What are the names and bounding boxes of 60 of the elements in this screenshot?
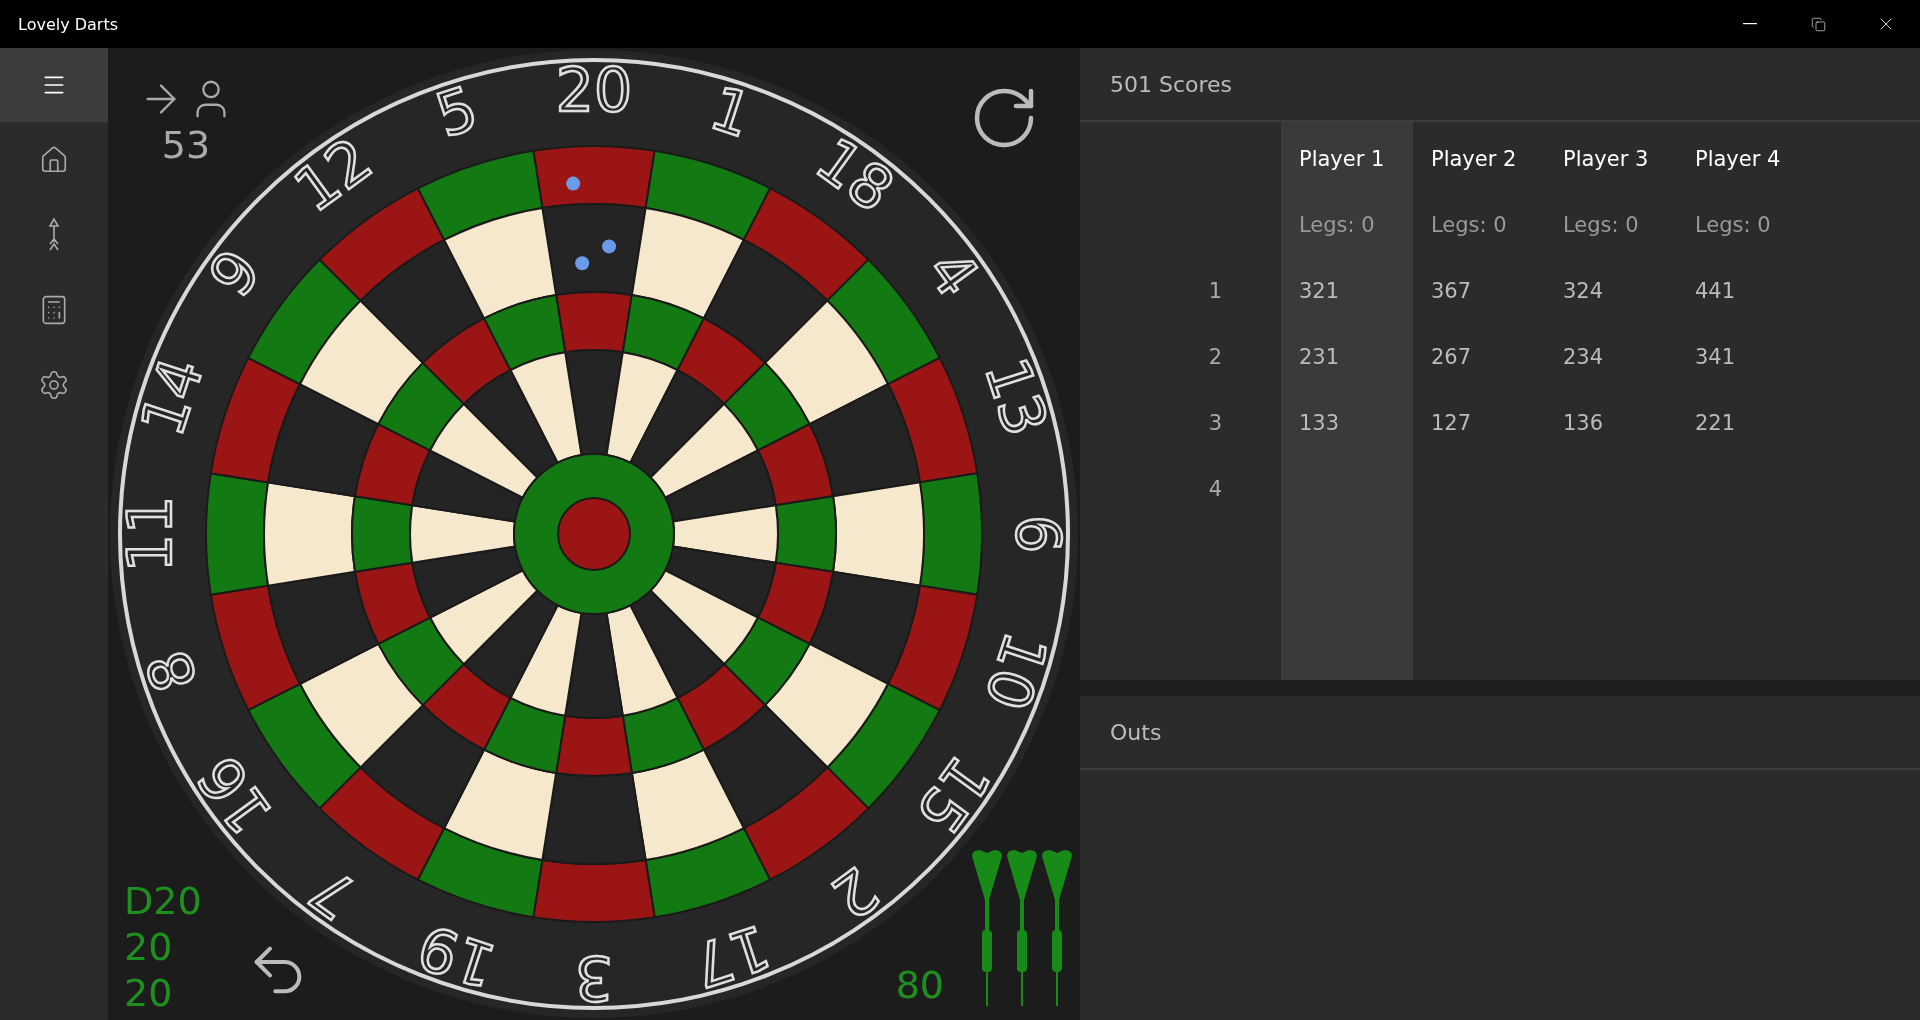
segment-number: 4 bbox=[913, 237, 993, 310]
hit-marker bbox=[602, 239, 617, 254]
throw-score: D20 bbox=[124, 878, 202, 924]
score-cell-text: 341 bbox=[1694, 344, 1737, 371]
hit-marker bbox=[575, 256, 590, 271]
segment-number: 5 bbox=[427, 72, 486, 151]
minimize-icon bbox=[1743, 23, 1757, 25]
segment-number: 16 bbox=[184, 743, 286, 847]
window-title: Lovely Darts bbox=[18, 14, 120, 34]
segment-number: 17 bbox=[684, 911, 779, 1002]
turn-total: 80 bbox=[895, 962, 944, 1008]
segment-number: 20 bbox=[555, 55, 633, 125]
segment-number: 2 bbox=[818, 853, 891, 933]
segment-number: 9 bbox=[195, 237, 275, 310]
throw-score: 20 bbox=[124, 970, 173, 1016]
legs-count: Legs: 0 bbox=[1562, 212, 1640, 239]
legs-count: Legs: 0 bbox=[1298, 212, 1376, 239]
segment-number: 18 bbox=[803, 124, 907, 226]
player-name[interactable]: Player 4 bbox=[1677, 126, 1809, 192]
round-number: 2 bbox=[1207, 344, 1224, 371]
segment-number: 10 bbox=[971, 624, 1062, 719]
remaining-score: 53 bbox=[161, 122, 211, 168]
player-name[interactable]: Player 3 bbox=[1545, 126, 1677, 192]
score-cell-text: 321 bbox=[1298, 278, 1341, 305]
segment-number: 19 bbox=[409, 911, 504, 1002]
home-icon bbox=[39, 144, 69, 175]
throw-score: 20 bbox=[124, 924, 173, 970]
scores-title: 501 Scores bbox=[1110, 71, 1233, 97]
segment-number: 1 bbox=[702, 72, 761, 151]
round-number: 1 bbox=[1207, 278, 1224, 305]
legs-count: Legs: 0 bbox=[1694, 212, 1772, 239]
segment-number: 14 bbox=[126, 349, 217, 444]
segment-number: 7 bbox=[297, 853, 370, 933]
score-cell-text: 267 bbox=[1430, 344, 1473, 371]
segment-number: 13 bbox=[971, 349, 1062, 444]
segment-number: 8 bbox=[132, 642, 211, 701]
round-number: 4 bbox=[1207, 476, 1224, 503]
score-cell-text: 441 bbox=[1694, 278, 1737, 305]
segment-number: 3 bbox=[574, 943, 614, 1013]
round-number: 3 bbox=[1207, 410, 1224, 437]
score-cell-text: 133 bbox=[1298, 410, 1341, 437]
score-cell-text: 324 bbox=[1562, 278, 1605, 305]
score-cell-text: 234 bbox=[1562, 344, 1605, 371]
restore-icon bbox=[1810, 16, 1826, 32]
segment-number: 15 bbox=[902, 743, 1004, 847]
arrow-icon bbox=[47, 217, 61, 252]
settings-icon bbox=[38, 368, 70, 401]
segment-number: 12 bbox=[281, 124, 385, 226]
segment-number: 11 bbox=[115, 495, 185, 573]
score-cell-text: 221 bbox=[1694, 410, 1737, 437]
player-name[interactable]: Player 2 bbox=[1413, 126, 1545, 192]
score-cell-text: 136 bbox=[1562, 410, 1605, 437]
player-name[interactable]: Player 1 bbox=[1281, 126, 1413, 192]
score-cell-text: 367 bbox=[1430, 278, 1473, 305]
hit-marker bbox=[566, 176, 581, 191]
score-cell-text: 231 bbox=[1298, 344, 1341, 371]
score-cell-text: 127 bbox=[1430, 410, 1473, 437]
legs-count: Legs: 0 bbox=[1430, 212, 1508, 239]
segment-number: 6 bbox=[1003, 514, 1073, 554]
outs-title: Outs bbox=[1110, 719, 1162, 745]
